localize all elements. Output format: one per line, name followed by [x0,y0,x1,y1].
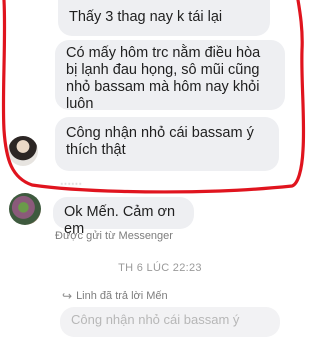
message-bubble-1[interactable]: Thấy 3 thag nay k tái lại [58,0,270,36]
blurred-sender-name: ······ [60,178,82,190]
reply-avatar[interactable] [9,193,41,225]
reply-preview-bubble[interactable]: Công nhận nhỏ cái bassam ý [60,307,280,337]
message-bubble-2[interactable]: Có mấy hôm trc nằm điều hòa bị lạnh đau … [55,40,285,112]
sender-avatar[interactable] [8,136,38,166]
reply-note: ↪ Linh đã trả lời Mến [62,289,168,303]
message-bubble-3[interactable]: Công nhận nhỏ cái bassam ý thích thật [55,117,279,171]
timestamp-divider: TH 6 LÚC 22:23 [118,262,202,274]
reply-arrow-icon: ↪ [62,289,73,303]
reply-note-text: Linh đã trả lời Mến [76,290,168,302]
sent-via-label: Được gửi từ Messenger [55,230,173,242]
message-text: Công nhận nhỏ cái bassam ý thích thật [66,125,254,158]
message-text: Có mấy hôm trc nằm điều hòa bị lạnh đau … [66,45,261,112]
reply-bubble[interactable]: Ok Mến. Cảm ơn em [53,197,194,237]
message-text: Thấy 3 thag nay k tái lại [69,9,223,25]
